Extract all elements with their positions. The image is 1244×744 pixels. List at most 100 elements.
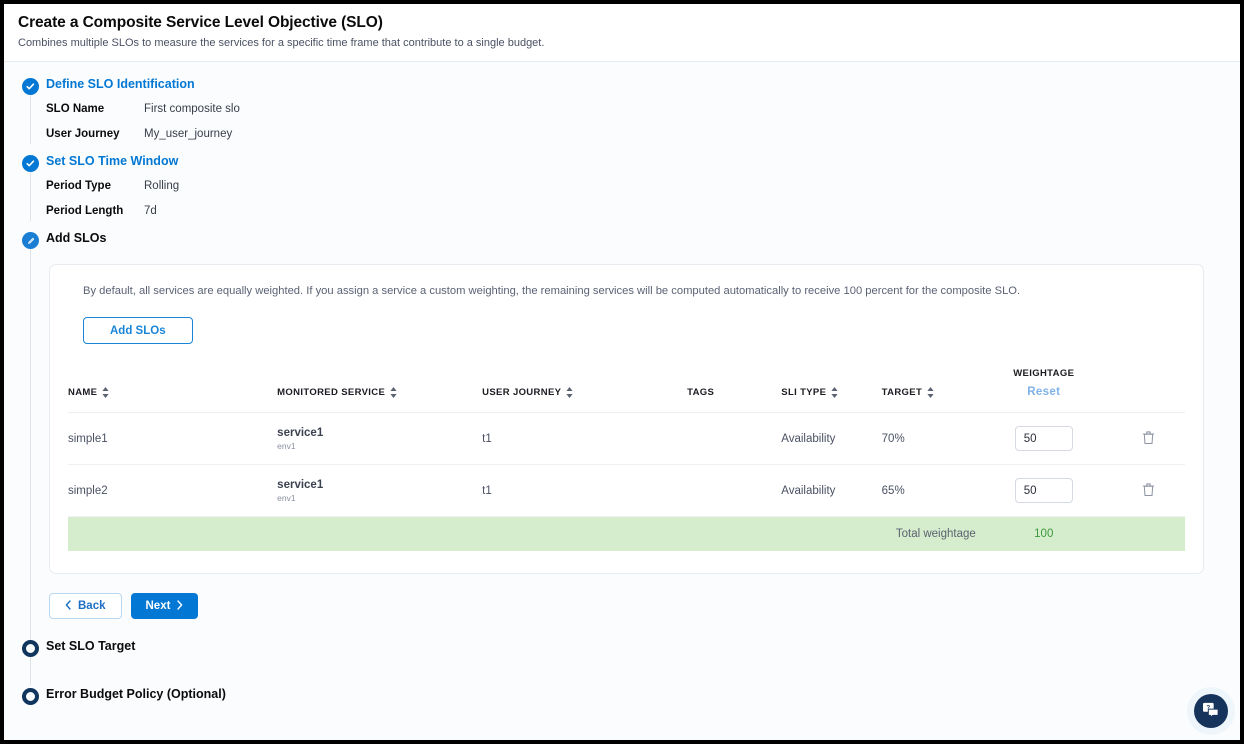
- slo-time-window-fields: Period Type Rolling Period Length 7d: [46, 180, 1240, 217]
- table-row: simple1 service1 env1 t1 Availability 70…: [68, 413, 1185, 465]
- total-weightage-value: 100: [976, 517, 1112, 552]
- step-status-icon: [22, 688, 39, 705]
- slo-table-header: NAME MONITORED SERVICE: [68, 368, 1185, 413]
- sort-icon[interactable]: [102, 387, 109, 398]
- cell-name: simple2: [68, 465, 277, 517]
- weighting-note: By default, all services are equally wei…: [83, 285, 1185, 297]
- trash-icon: [1142, 485, 1155, 500]
- column-label-monitored-service: MONITORED SERVICE: [277, 387, 385, 398]
- weightage-input[interactable]: [1015, 426, 1073, 451]
- next-button[interactable]: Next: [131, 593, 199, 619]
- help-chat-icon: ?: [1202, 702, 1220, 721]
- total-weightage-row: Total weightage 100: [68, 517, 1185, 552]
- circle-outline-icon: [22, 640, 39, 657]
- column-header-actions: [1112, 368, 1185, 413]
- step-title: Add SLOs: [46, 230, 1240, 247]
- column-label-name: NAME: [68, 387, 97, 398]
- column-header-user-journey[interactable]: USER JOURNEY: [482, 368, 687, 413]
- step-title: Define SLO Identification: [46, 76, 1240, 93]
- cell-tags: [687, 465, 781, 517]
- cell-sli-type: Availability: [781, 413, 881, 465]
- field-row: User Journey My_user_journey: [46, 128, 1240, 140]
- step-define-slo-identification[interactable]: Define SLO Identification SLO Name First…: [4, 76, 1240, 140]
- column-header-target[interactable]: TARGET: [882, 368, 976, 413]
- sort-icon[interactable]: [390, 387, 397, 398]
- slo-table-body: simple1 service1 env1 t1 Availability 70…: [68, 413, 1185, 552]
- page-header: Create a Composite Service Level Objecti…: [4, 4, 1240, 62]
- column-header-weightage: WEIGHTAGE Reset: [976, 368, 1112, 413]
- circle-outline-icon: [22, 688, 39, 705]
- pencil-circle-icon: [22, 232, 39, 249]
- field-row: SLO Name First composite slo: [46, 103, 1240, 115]
- delete-row-button[interactable]: [1142, 430, 1155, 445]
- column-header-sli-type[interactable]: SLI TYPE: [781, 368, 881, 413]
- column-label-weightage: WEIGHTAGE: [976, 368, 1112, 379]
- step-status-icon: [22, 640, 39, 657]
- slo-identification-fields: SLO Name First composite slo User Journe…: [46, 103, 1240, 140]
- chevron-right-icon: [177, 600, 183, 613]
- step-rail: [30, 172, 31, 221]
- service-environment: env1: [277, 493, 482, 503]
- add-slos-button[interactable]: Add SLOs: [83, 317, 193, 344]
- slo-table: NAME MONITORED SERVICE: [68, 368, 1185, 551]
- field-value: 7d: [144, 205, 157, 217]
- column-label-tags: TAGS: [687, 387, 714, 398]
- cell-tags: [687, 413, 781, 465]
- service-name: service1: [277, 479, 482, 491]
- step-title: Error Budget Policy (Optional): [46, 686, 1240, 703]
- step-rail: [30, 657, 31, 685]
- column-header-tags: TAGS: [687, 368, 781, 413]
- column-header-monitored-service[interactable]: MONITORED SERVICE: [277, 368, 482, 413]
- table-header-row: NAME MONITORED SERVICE: [68, 368, 1185, 413]
- app-window: Create a Composite Service Level Objecti…: [4, 4, 1240, 740]
- page-subtitle: Combines multiple SLOs to measure the se…: [18, 37, 1226, 49]
- total-row-spacer: [1112, 517, 1185, 552]
- cell-sli-type: Availability: [781, 465, 881, 517]
- cell-actions: [1112, 465, 1185, 517]
- step-title: Set SLO Time Window: [46, 153, 1240, 170]
- back-button[interactable]: Back: [49, 593, 122, 619]
- field-row: Period Type Rolling: [46, 180, 1240, 192]
- table-row: simple2 service1 env1 t1 Availability 65…: [68, 465, 1185, 517]
- field-label: Period Type: [46, 180, 144, 192]
- step-status-icon: [22, 155, 39, 172]
- delete-row-button[interactable]: [1142, 482, 1155, 497]
- cell-user-journey: t1: [482, 465, 687, 517]
- field-label: SLO Name: [46, 103, 144, 115]
- sort-icon[interactable]: [831, 387, 838, 398]
- field-label: User Journey: [46, 128, 144, 140]
- cell-weightage: [976, 465, 1112, 517]
- cell-name: simple1: [68, 413, 277, 465]
- trash-icon: [1142, 433, 1155, 448]
- service-name: service1: [277, 427, 482, 439]
- step-set-slo-time-window[interactable]: Set SLO Time Window Period Type Rolling …: [4, 153, 1240, 217]
- cell-monitored-service: service1 env1: [277, 465, 482, 517]
- sort-icon[interactable]: [927, 387, 934, 398]
- service-environment: env1: [277, 441, 482, 451]
- column-header-name[interactable]: NAME: [68, 368, 277, 413]
- column-label-target: TARGET: [882, 387, 922, 398]
- step-title: Set SLO Target: [46, 638, 1240, 655]
- step-rail: [30, 249, 31, 649]
- step-error-budget-policy[interactable]: Error Budget Policy (Optional): [4, 686, 1240, 703]
- back-button-label: Back: [78, 600, 106, 612]
- next-button-label: Next: [146, 600, 171, 612]
- column-label-sli-type: SLI TYPE: [781, 387, 826, 398]
- field-value: First composite slo: [144, 103, 240, 115]
- cell-actions: [1112, 413, 1185, 465]
- step-set-slo-target[interactable]: Set SLO Target: [4, 638, 1240, 655]
- check-circle-icon: [22, 78, 39, 95]
- reset-weightage-link[interactable]: Reset: [976, 386, 1112, 398]
- total-weightage-label: Total weightage: [68, 517, 976, 552]
- sort-icon[interactable]: [566, 387, 573, 398]
- weightage-input[interactable]: [1015, 478, 1073, 503]
- field-row: Period Length 7d: [46, 205, 1240, 217]
- help-chat-button[interactable]: ?: [1194, 694, 1228, 728]
- step-status-icon: [22, 232, 39, 249]
- page-title: Create a Composite Service Level Objecti…: [18, 14, 1226, 32]
- chevron-left-icon: [65, 600, 71, 613]
- step-rail: [30, 95, 31, 144]
- check-circle-icon: [22, 155, 39, 172]
- step-add-slos[interactable]: Add SLOs By default, all services are eq…: [4, 230, 1240, 619]
- cell-user-journey: t1: [482, 413, 687, 465]
